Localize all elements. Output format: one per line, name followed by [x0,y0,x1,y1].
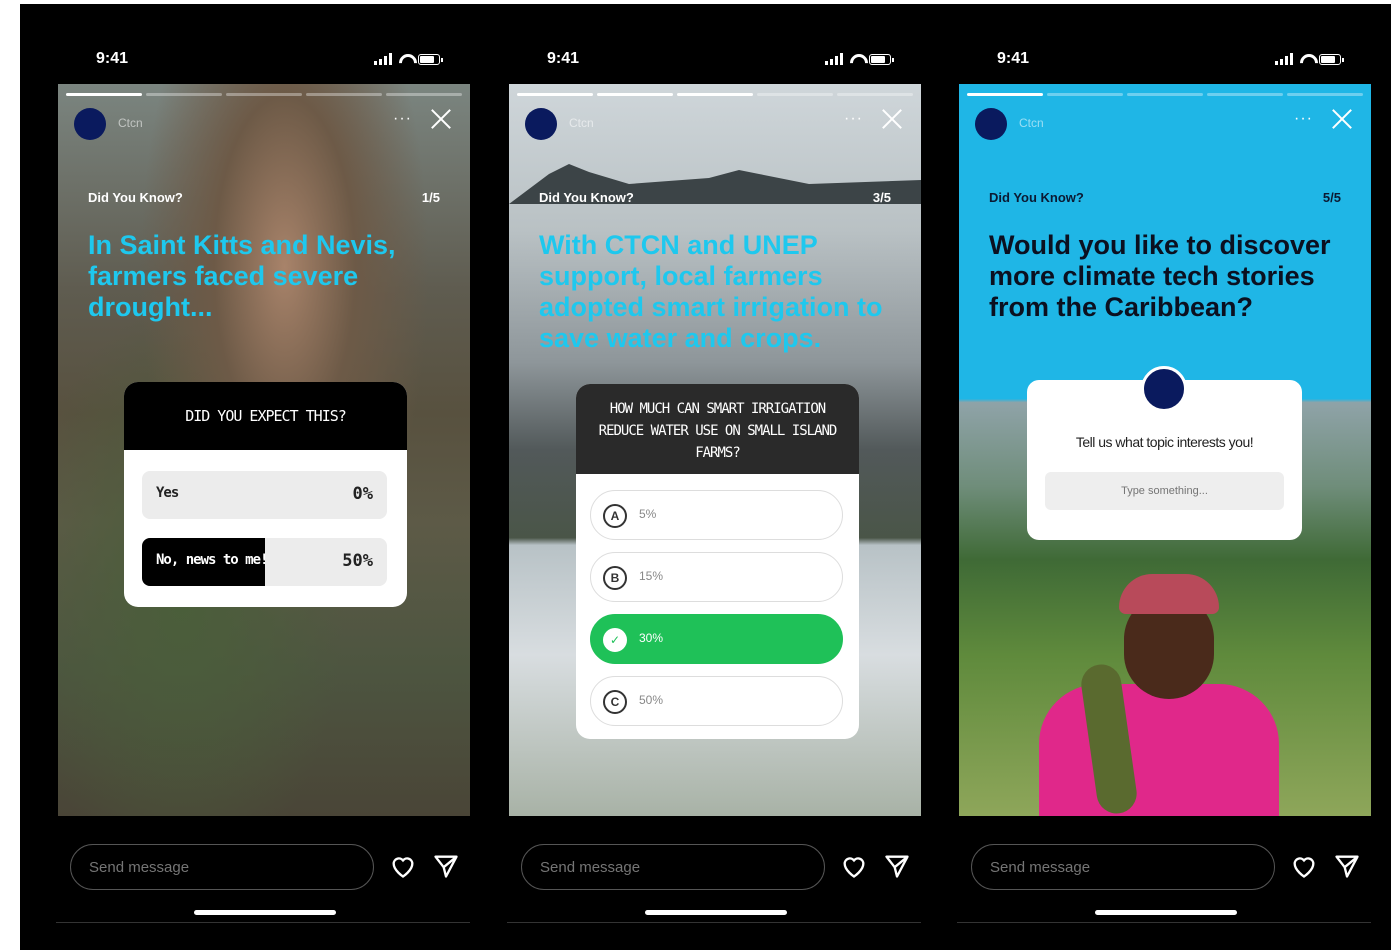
poll-option-yes[interactable]: Yes 0% [142,471,387,519]
eyebrow: Did You Know? [539,190,634,205]
headline: Would you like to discover more climate … [989,230,1331,322]
divider [957,922,1371,923]
story-header: Ctcn ··· [975,106,1355,140]
home-indicator[interactable] [194,910,336,915]
quiz-option-c[interactable]: C 50% [590,676,843,726]
question-prompt: Tell us what topic interests you! [1075,434,1254,450]
divider [507,922,921,923]
status-icons [825,53,894,65]
wifi-icon [1299,53,1313,65]
story-header: Ctcn ··· [525,106,905,140]
more-icon[interactable]: ··· [844,110,863,128]
reply-bar [70,844,470,892]
story-progress [517,93,913,96]
status-bar: 9:41 [957,48,1371,72]
signal-icon [825,53,843,65]
close-icon[interactable] [428,106,454,132]
page-counter: 5/5 [1322,190,1341,205]
divider [56,922,470,923]
username[interactable]: Ctcn [1019,116,1044,130]
story-progress [967,93,1363,96]
status-icons [1275,53,1344,65]
phone-story-3: 9:41 Ctcn ··· Did You Know? 5/5 Would yo… [957,4,1387,950]
heart-icon[interactable] [840,852,868,880]
status-time: 9:41 [547,50,580,67]
reply-bar [521,844,921,892]
status-time: 9:41 [997,50,1030,67]
heart-icon[interactable] [1290,852,1318,880]
option-label: 30% [639,631,664,645]
farmer-photo [1029,554,1279,816]
poll-option-label: No, news to me! [156,552,268,568]
avatar[interactable] [74,108,106,140]
headline: With CTCN and UNEP support, local farmer… [539,230,883,353]
poll-option-percent: 0% [352,484,373,504]
poll-option-percent: 50% [342,551,373,571]
wifi-icon [849,53,863,65]
username[interactable]: Ctcn [118,116,143,130]
battery-icon [1319,54,1344,65]
send-message-input[interactable] [70,844,374,890]
poll-question: DID YOU EXPECT THIS? [124,382,407,450]
story-frame[interactable]: Ctcn ··· Did You Know? 5/5 Would you lik… [959,84,1371,816]
story-frame[interactable]: Ctcn ··· Did You Know? 3/5 With CTCN and… [509,84,921,816]
check-icon: ✓ [603,628,627,652]
option-label: 50% [639,693,664,707]
quiz-option-correct[interactable]: ✓ 30% [590,614,843,664]
more-icon[interactable]: ··· [1294,110,1313,128]
status-icons [374,53,443,65]
story-header: Ctcn ··· [74,106,454,140]
status-time: 9:41 [96,50,129,67]
reply-bar [971,844,1371,892]
battery-icon [869,54,894,65]
question-sticker: Tell us what topic interests you! [1027,366,1302,540]
phone-story-1: 9:41 Ctcn ··· Did You Know? 1/5 In Saint… [56,4,486,950]
quiz-sticker: HOW MUCH CAN SMART IRRIGATION REDUCE WAT… [576,384,859,739]
poll-option-no[interactable]: No, news to me! 50% [142,538,387,586]
quiz-option-a[interactable]: A 5% [590,490,843,540]
battery-icon [418,54,443,65]
signal-icon [1275,53,1293,65]
username[interactable]: Ctcn [569,116,594,130]
send-icon[interactable] [883,852,911,880]
home-indicator[interactable] [645,910,787,915]
close-icon[interactable] [1329,106,1355,132]
question-avatar [1141,366,1187,412]
poll-option-label: Yes [156,485,179,501]
status-bar: 9:41 [507,48,921,72]
page-counter: 3/5 [872,190,891,205]
quiz-question: HOW MUCH CAN SMART IRRIGATION REDUCE WAT… [576,384,859,474]
send-icon[interactable] [1333,852,1361,880]
home-indicator[interactable] [1095,910,1237,915]
option-letter: A [603,504,627,528]
avatar[interactable] [525,108,557,140]
option-letter: C [603,690,627,714]
poll-sticker: DID YOU EXPECT THIS? Yes 0% No, news to … [124,382,407,607]
eyebrow: Did You Know? [88,190,183,205]
story-frame[interactable]: Ctcn ··· Did You Know? 1/5 In Saint Kitt… [58,84,470,816]
story-progress [66,93,462,96]
canvas: 9:41 Ctcn ··· Did You Know? 1/5 In Saint… [20,4,1391,950]
close-icon[interactable] [879,106,905,132]
page-counter: 1/5 [421,190,440,205]
wifi-icon [398,53,412,65]
option-label: 5% [639,507,657,521]
heart-icon[interactable] [389,852,417,880]
eyebrow: Did You Know? [989,190,1084,205]
option-letter: B [603,566,627,590]
avatar[interactable] [975,108,1007,140]
signal-icon [374,53,392,65]
send-message-input[interactable] [971,844,1275,890]
question-answer-input[interactable] [1045,472,1284,510]
send-message-input[interactable] [521,844,825,890]
more-icon[interactable]: ··· [393,110,412,128]
phone-story-2: 9:41 Ctcn ··· Did You Know? 3/5 With CTC… [507,4,937,950]
send-icon[interactable] [432,852,460,880]
headline: In Saint Kitts and Nevis, farmers faced … [88,230,396,322]
status-bar: 9:41 [56,48,470,72]
option-label: 15% [639,569,664,583]
quiz-option-b[interactable]: B 15% [590,552,843,602]
